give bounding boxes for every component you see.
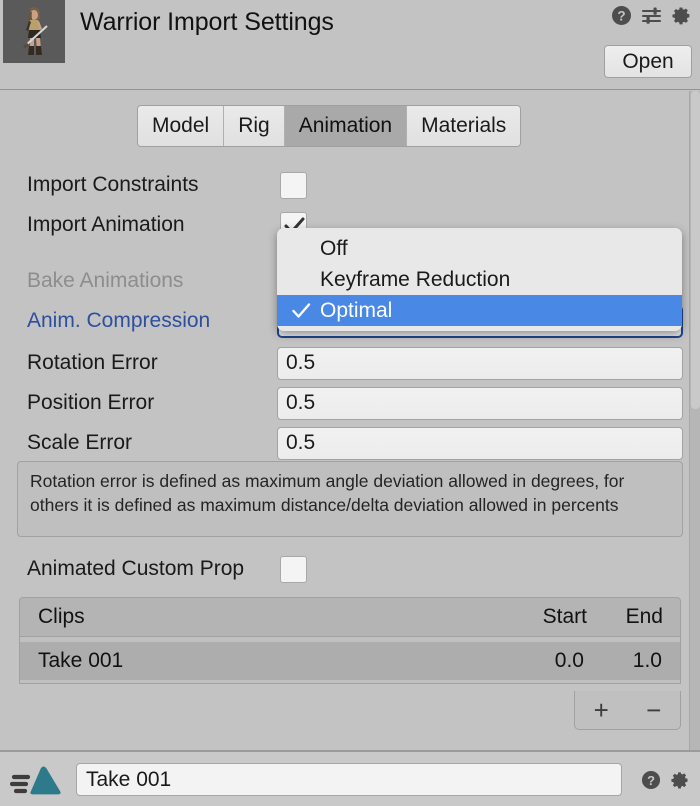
warrior-character-preview [3,0,65,63]
rotation-error-label: Rotation Error [27,351,158,374]
anim-compression-dropdown-menu: Off Keyframe Reduction Optimal [277,228,682,331]
animated-custom-properties-checkbox[interactable] [280,555,307,583]
clip-start: 0.0 [554,649,584,672]
dropdown-option-off[interactable]: Off [277,233,682,264]
dropdown-option-optimal-label: Optimal [320,298,393,322]
svg-text:?: ? [617,9,625,24]
preset-icon[interactable] [641,5,662,31]
window-header: Warrior Import Settings ? Open [0,0,700,90]
help-icon[interactable]: ? [611,5,632,31]
tab-model[interactable]: Model [138,106,225,146]
animation-clip-icon [9,760,66,806]
row-position-error: Position Error 0.5 [0,383,700,423]
tab-materials[interactable]: Materials [407,106,521,146]
column-header-end: End [625,605,663,628]
position-error-input[interactable]: 0.5 [277,386,683,420]
anim-compression-label: Anim. Compression [27,309,211,332]
scale-error-label: Scale Error [27,431,133,454]
tab-animation[interactable]: Animation [284,106,408,146]
row-animated-custom-properties: Animated Custom Prop [0,549,700,589]
bottom-bar: Take 001 ? [0,750,700,806]
import-constraints-checkbox[interactable] [280,171,307,199]
asset-thumbnail[interactable] [3,0,65,63]
rotation-error-input[interactable]: 0.5 [277,346,683,380]
open-button[interactable]: Open [604,45,692,78]
column-header-start: Start [542,605,587,628]
tab-rig[interactable]: Rig [224,106,285,146]
clips-table-footer: + − [574,691,681,730]
column-header-clips: Clips [38,605,85,628]
row-scale-error: Scale Error 0.5 [0,423,700,463]
remove-clip-button[interactable]: − [637,697,671,723]
bottom-icon-group: ? [641,770,690,795]
gear-icon[interactable] [670,770,690,795]
help-icon[interactable]: ? [641,770,661,795]
clip-name-input[interactable]: Take 001 [76,763,622,796]
svg-text:?: ? [647,773,655,788]
header-icon-group: ? [611,5,692,31]
row-rotation-error: Rotation Error 0.5 [0,343,700,383]
row-import-constraints: Import Constraints [0,165,700,205]
scale-error-input[interactable]: 0.5 [277,426,683,460]
import-settings-window: Warrior Import Settings ? Open Model Rig… [0,0,700,806]
clips-table-body: Take 001 0.0 1.0 [19,637,681,684]
help-info-box: Rotation error is defined as maximum ang… [17,461,683,537]
page-title: Warrior Import Settings [80,8,334,36]
tab-bar: Model Rig Animation Materials [137,105,522,147]
clips-table-header: Clips Start End [19,597,681,637]
table-row[interactable]: Take 001 0.0 1.0 [20,642,680,680]
animated-custom-properties-label: Animated Custom Prop [27,557,245,580]
dropdown-option-keyframe-reduction[interactable]: Keyframe Reduction [277,264,682,295]
dropdown-option-optimal[interactable]: Optimal [277,295,682,326]
checkmark-icon [292,302,311,318]
position-error-label: Position Error [27,391,155,414]
bake-animations-label: Bake Animations [27,269,184,292]
import-animation-label: Import Animation [27,213,185,236]
import-constraints-label: Import Constraints [27,173,199,196]
add-clip-button[interactable]: + [584,697,618,723]
clip-name: Take 001 [38,649,124,672]
clips-table: Clips Start End Take 001 0.0 1.0 [19,597,681,684]
clip-end: 1.0 [632,649,662,672]
gear-icon[interactable] [671,5,692,31]
